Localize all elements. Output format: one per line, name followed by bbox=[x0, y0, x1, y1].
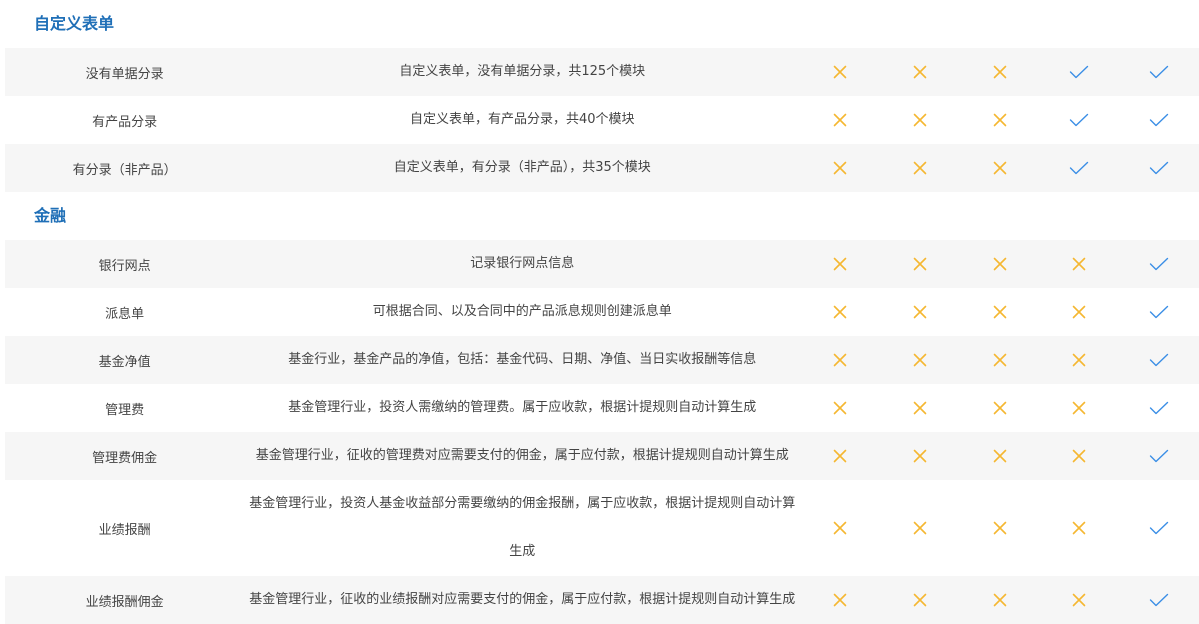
check-icon bbox=[1119, 353, 1199, 367]
row-name: 基金净值 bbox=[98, 354, 151, 370]
cross-icon bbox=[960, 401, 1040, 415]
cross-icon bbox=[880, 161, 960, 175]
cross-icon bbox=[960, 257, 1040, 271]
check-icon bbox=[1119, 593, 1199, 607]
row-description: 记录银行网点信息 bbox=[470, 256, 575, 271]
row-name: 银行网点 bbox=[98, 258, 151, 274]
cross-icon bbox=[1040, 593, 1120, 607]
row-description: 自定义表单，有分录（非产品），共35个模块 bbox=[393, 160, 651, 175]
row-name: 有分录（非产品） bbox=[72, 162, 177, 178]
cross-icon bbox=[1040, 449, 1120, 463]
cross-icon bbox=[800, 521, 880, 535]
check-icon bbox=[1119, 257, 1199, 271]
row-description: 自定义表单，有产品分录，共40个模块 bbox=[410, 112, 635, 127]
table-row: 业绩报酬佣金 基金管理行业，征收的业绩报酬对应需要支付的佣金，属于应付款，根据计… bbox=[5, 576, 1199, 624]
cross-icon bbox=[800, 353, 880, 367]
row-name: 没有单据分录 bbox=[85, 66, 164, 82]
cross-icon bbox=[800, 449, 880, 463]
cross-icon bbox=[800, 257, 880, 271]
check-icon bbox=[1040, 161, 1120, 175]
cross-icon bbox=[880, 257, 960, 271]
cross-icon bbox=[880, 593, 960, 607]
row-name: 业绩报酬 bbox=[98, 522, 151, 538]
cross-icon bbox=[800, 593, 880, 607]
row-description: 可根据合同、以及合同中的产品派息规则创建派息单 bbox=[372, 304, 672, 319]
cross-icon bbox=[880, 401, 960, 415]
cross-icon bbox=[960, 305, 1040, 319]
table-row: 银行网点 记录银行网点信息 bbox=[5, 240, 1199, 288]
table-row: 有产品分录 自定义表单，有产品分录，共40个模块 bbox=[5, 96, 1199, 144]
check-icon bbox=[1119, 401, 1199, 415]
cross-icon bbox=[880, 353, 960, 367]
cross-icon bbox=[880, 65, 960, 79]
table-row: 业绩报酬 基金管理行业，投资人基金收益部分需要缴纳的佣金报酬，属于应收款，根据计… bbox=[5, 480, 1199, 576]
section-title-finance: 金融 bbox=[34, 206, 67, 225]
cross-icon bbox=[880, 113, 960, 127]
row-name: 管理费佣金 bbox=[92, 450, 158, 466]
row-description: 自定义表单，没有单据分录，共125个模块 bbox=[399, 64, 646, 79]
cross-icon bbox=[880, 305, 960, 319]
check-icon bbox=[1119, 305, 1199, 319]
cross-icon bbox=[800, 65, 880, 79]
table-row: 管理费佣金 基金管理行业，征收的管理费对应需要支付的佣金，属于应付款，根据计提规… bbox=[5, 432, 1199, 480]
cross-icon bbox=[1040, 521, 1120, 535]
cross-icon bbox=[960, 65, 1040, 79]
check-icon bbox=[1040, 113, 1120, 127]
cross-icon bbox=[880, 449, 960, 463]
check-icon bbox=[1119, 449, 1199, 463]
cross-icon bbox=[960, 521, 1040, 535]
cross-icon bbox=[1040, 353, 1120, 367]
row-description-line: 生成 bbox=[509, 544, 536, 559]
row-description: 基金管理行业，投资人基金收益部分需要缴纳的佣金报酬，属于应收款，根据计提规则自动… bbox=[244, 480, 800, 576]
cross-icon bbox=[880, 521, 960, 535]
check-icon bbox=[1119, 113, 1199, 127]
cross-icon bbox=[800, 305, 880, 319]
cross-icon bbox=[800, 161, 880, 175]
check-icon bbox=[1119, 65, 1199, 79]
check-icon bbox=[1119, 521, 1199, 535]
check-icon bbox=[1040, 65, 1120, 79]
row-description: 基金管理行业，投资人需缴纳的管理费。属于应收款，根据计提规则自动计算生成 bbox=[288, 400, 757, 415]
row-name: 管理费 bbox=[105, 402, 145, 418]
row-name: 派息单 bbox=[105, 306, 145, 322]
row-description: 基金管理行业，征收的业绩报酬对应需要支付的佣金，属于应付款，根据计提规则自动计算… bbox=[249, 592, 796, 607]
table-row: 有分录（非产品） 自定义表单，有分录（非产品），共35个模块 bbox=[5, 144, 1199, 192]
cross-icon bbox=[1040, 257, 1120, 271]
row-description-line: 基金管理行业，投资人基金收益部分需要缴纳的佣金报酬，属于应收款，根据计提规则自动… bbox=[249, 496, 796, 511]
cross-icon bbox=[800, 401, 880, 415]
table-row: 派息单 可根据合同、以及合同中的产品派息规则创建派息单 bbox=[5, 288, 1199, 336]
table-row: 基金净值 基金行业，基金产品的净值，包括：基金代码、日期、净值、当日实收报酬等信… bbox=[5, 336, 1199, 384]
table-row: 管理费 基金管理行业，投资人需缴纳的管理费。属于应收款，根据计提规则自动计算生成 bbox=[5, 384, 1199, 432]
cross-icon bbox=[960, 113, 1040, 127]
cross-icon bbox=[960, 449, 1040, 463]
table-row: 没有单据分录 自定义表单，没有单据分录，共125个模块 bbox=[5, 48, 1199, 96]
section-title-custom-forms: 自定义表单 bbox=[34, 14, 115, 33]
cross-icon bbox=[800, 113, 880, 127]
feature-table: 自定义表单 没有单据分录 自定义表单，没有单据分录，共125个模块 有产品分录 … bbox=[0, 0, 1199, 624]
row-description: 基金行业，基金产品的净值，包括：基金代码、日期、净值、当日实收报酬等信息 bbox=[288, 352, 757, 367]
row-name: 有产品分录 bbox=[92, 114, 158, 130]
cross-icon bbox=[960, 353, 1040, 367]
row-name: 业绩报酬佣金 bbox=[85, 594, 164, 610]
cross-icon bbox=[1040, 305, 1120, 319]
cross-icon bbox=[1040, 401, 1120, 415]
cross-icon bbox=[960, 161, 1040, 175]
check-icon bbox=[1119, 161, 1199, 175]
cross-icon bbox=[960, 593, 1040, 607]
row-description: 基金管理行业，征收的管理费对应需要支付的佣金，属于应付款，根据计提规则自动计算生… bbox=[255, 448, 789, 463]
